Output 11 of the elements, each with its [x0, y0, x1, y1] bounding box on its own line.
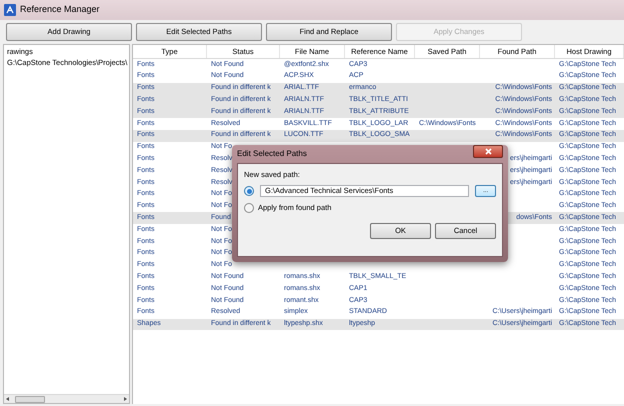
window-title: Reference Manager: [20, 3, 100, 16]
radio-button[interactable]: [244, 186, 254, 196]
scroll-left-icon[interactable]: [6, 397, 9, 401]
scrollbar-thumb[interactable]: [15, 396, 45, 402]
app-icon: [4, 4, 16, 16]
close-icon: [484, 148, 492, 155]
dialog-title: Edit Selected Paths: [237, 148, 308, 160]
horizontal-scrollbar[interactable]: [4, 394, 129, 403]
scroll-right-icon[interactable]: [124, 397, 127, 401]
close-button[interactable]: [473, 145, 503, 158]
radio-button[interactable]: [244, 202, 254, 213]
